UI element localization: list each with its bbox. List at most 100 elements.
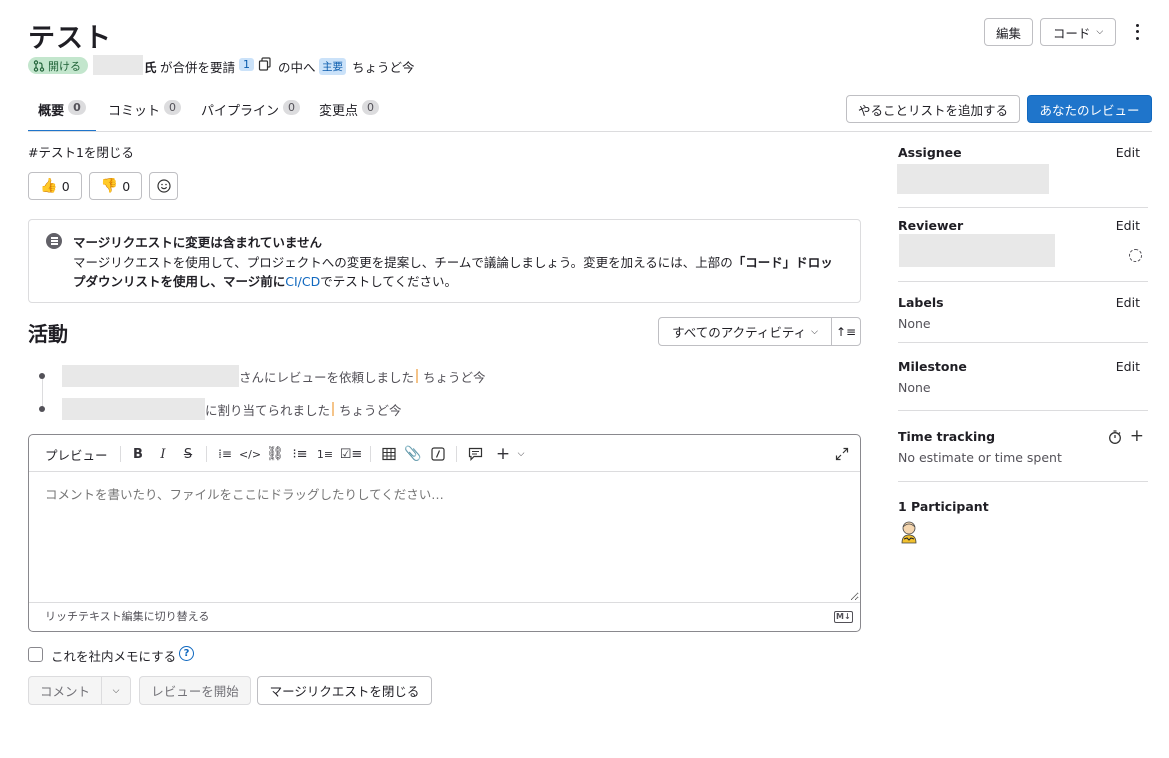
chevron-down-icon[interactable]: ⌵: [512, 445, 530, 463]
participants-title: 1 Participant: [898, 499, 989, 514]
thumbs-down-count: 0: [122, 178, 131, 194]
numbered-list-icon[interactable]: 1≡: [316, 445, 334, 463]
code-dropdown-button[interactable]: コード ⌵: [1040, 18, 1116, 46]
notice-body-text: マージリクエストを使用して、プロジェクトへの変更を提案し、チームで議論しましょう…: [73, 255, 733, 270]
author-name-redacted[interactable]: [93, 55, 143, 75]
merge-request-icon: [33, 59, 45, 72]
thumbs-up-count: 0: [61, 178, 70, 194]
commit-count-badge: 1: [239, 58, 254, 71]
close-merge-request-button[interactable]: マージリクエストを閉じる: [257, 676, 432, 705]
timeline-dot: [39, 373, 45, 379]
add-time-icon[interactable]: +: [1130, 426, 1144, 446]
copy-icon[interactable]: [258, 57, 272, 71]
tab-count: 0: [68, 100, 86, 115]
tab-changes[interactable]: 変更点 0: [319, 100, 380, 132]
milestone-edit-button[interactable]: Edit: [1116, 359, 1140, 374]
toolbar-separator: [456, 446, 457, 462]
assignee-edit-button[interactable]: Edit: [1116, 145, 1140, 160]
timeline-dot: [39, 406, 45, 412]
status-label: 開ける: [48, 59, 81, 73]
activity-item: に割り当てられました ちょうど今: [62, 398, 402, 420]
tab-count: 0: [362, 100, 380, 115]
comment-textarea[interactable]: [29, 472, 859, 601]
toolbar-separator: [206, 446, 207, 462]
author-suffix: 氏: [144, 60, 157, 75]
thumbs-down-button[interactable]: 👎 0: [89, 172, 142, 200]
your-review-button[interactable]: あなたのレビュー: [1027, 95, 1152, 123]
milestone-title: Milestone: [898, 359, 967, 374]
sidebar-time-tracking: Time tracking + No estimate or time spen…: [898, 426, 1148, 482]
activity-filter-label: すべてのアクティビティ: [672, 325, 807, 340]
tab-label: コミット: [108, 104, 161, 119]
reviewer-redacted[interactable]: [899, 234, 1055, 267]
sort-icon: ↑≡: [835, 324, 857, 339]
italic-icon[interactable]: I: [154, 445, 172, 463]
description-text: #テスト1を閉じる: [28, 145, 134, 160]
plus-icon[interactable]: +: [494, 444, 512, 464]
comment-icon[interactable]: [466, 445, 484, 463]
chevron-down-icon: ⌵: [1096, 27, 1104, 37]
bullet-list-icon[interactable]: ⁝≡: [291, 445, 309, 463]
participant-avatar[interactable]: [898, 520, 920, 544]
edit-button[interactable]: 編集: [984, 18, 1033, 46]
activity-filter-dropdown[interactable]: すべてのアクティビティ ⌵: [658, 317, 832, 346]
user-name-redacted[interactable]: [62, 398, 205, 420]
quick-action-icon[interactable]: [429, 445, 447, 463]
fullscreen-icon[interactable]: [833, 445, 851, 463]
user-name-redacted[interactable]: [62, 365, 239, 387]
preview-tab[interactable]: プレビュー: [45, 445, 108, 464]
thumbs-up-icon: 👍: [40, 178, 58, 194]
assignee-title: Assignee: [898, 145, 962, 160]
add-todo-button[interactable]: やることリストを追加する: [846, 95, 1020, 123]
tab-label: パイプライン: [201, 104, 280, 119]
stopwatch-icon[interactable]: [1108, 430, 1122, 444]
more-options-icon[interactable]: [1130, 22, 1144, 42]
notice-body: マージリクエストを使用して、プロジェクトへの変更を提案し、チームで議論しましょう…: [73, 253, 843, 291]
internal-note-label[interactable]: これを社内メモにする: [51, 646, 176, 665]
thumbs-down-icon: 👎: [100, 178, 119, 194]
thumbs-up-button[interactable]: 👍 0: [28, 172, 82, 200]
table-icon[interactable]: [380, 445, 398, 463]
labels-edit-button[interactable]: Edit: [1116, 295, 1140, 310]
code-icon[interactable]: </>: [239, 445, 261, 463]
strikethrough-icon[interactable]: S: [179, 445, 197, 463]
reviewer-title: Reviewer: [898, 218, 964, 233]
tab-commits[interactable]: コミット 0: [108, 100, 182, 132]
chevron-down-icon: ⌵: [811, 326, 818, 337]
sidebar-assignee: Assignee Edit: [897, 145, 1148, 208]
task-list-icon[interactable]: ☑≡: [340, 445, 363, 463]
assignee-redacted[interactable]: [897, 164, 1049, 194]
tab-pipelines[interactable]: パイプライン 0: [201, 100, 301, 132]
reviewer-edit-button[interactable]: Edit: [1116, 218, 1140, 233]
switch-rich-text-button[interactable]: リッチテキスト編集に切り替える: [45, 608, 209, 624]
tab-label: 概要: [38, 104, 65, 119]
created-time: ちょうど今: [352, 60, 415, 75]
smiley-icon: [156, 179, 171, 193]
page-title: テスト: [28, 23, 112, 54]
tabs-divider: [28, 131, 1152, 132]
into-text: の中へ: [278, 60, 316, 75]
toolbar-separator: [370, 446, 371, 462]
link-icon[interactable]: ⛓: [266, 445, 284, 463]
activity-divider: [332, 402, 335, 416]
markdown-icon: M↓: [834, 611, 853, 623]
tab-overview[interactable]: 概要 0: [28, 100, 96, 132]
target-branch-badge[interactable]: 主要: [319, 58, 346, 75]
activity-item-text: に割り当てられました: [205, 402, 331, 418]
activity-item: さんにレビューを依頼しました ちょうど今: [62, 365, 486, 387]
toolbar-separator: [120, 446, 121, 462]
internal-note-checkbox[interactable]: [28, 647, 43, 662]
quote-icon[interactable]: ⁞≡: [216, 445, 234, 463]
add-reaction-button[interactable]: [149, 172, 178, 200]
comment-button[interactable]: コメント: [28, 676, 102, 705]
comment-type-dropdown[interactable]: ⌵: [101, 676, 131, 705]
sort-direction-button[interactable]: ↑≡: [831, 317, 861, 346]
paperclip-icon[interactable]: 📎: [404, 445, 422, 463]
cicd-link[interactable]: CI/CD: [285, 274, 320, 289]
start-review-button[interactable]: レビューを開始: [139, 676, 251, 705]
activity-item-time: ちょうど今: [339, 402, 402, 418]
tab-label: 変更点: [319, 104, 359, 119]
bold-icon[interactable]: B: [129, 445, 147, 463]
status-badge: 開ける: [28, 57, 88, 74]
help-icon[interactable]: ?: [179, 646, 194, 661]
